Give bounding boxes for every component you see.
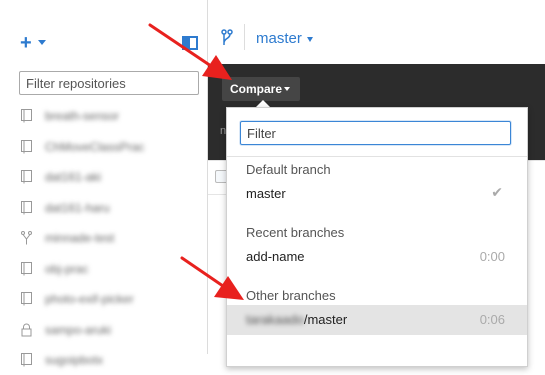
chevron-down-icon[interactable]	[307, 37, 313, 42]
repo-name: sugoipbotx	[45, 353, 104, 367]
repo-icon	[21, 139, 32, 153]
repo-name: obj-prac	[45, 261, 89, 276]
repo-name: breath-sensor	[45, 109, 120, 123]
divider	[244, 24, 245, 50]
compare-button-label: Compare	[230, 82, 283, 96]
repo-item[interactable]: breath-sensor	[0, 100, 208, 131]
branch-item-time: 0:06	[479, 312, 505, 327]
repo-name: dat161-aki	[45, 170, 102, 184]
branch-item-label: master	[246, 186, 286, 201]
branch-item-master[interactable]: master ✔	[227, 179, 527, 209]
repo-item[interactable]: minnade-test	[0, 222, 208, 253]
branch-icon	[221, 29, 233, 45]
repo-icon	[21, 353, 32, 367]
repo-icon	[21, 292, 32, 306]
divider	[208, 194, 228, 195]
repo-name: minnade-test	[45, 231, 115, 245]
repository-list: breath-sensor ChMoveClassPrac dat161-aki…	[0, 100, 208, 375]
filter-repositories-input[interactable]	[19, 71, 199, 95]
repo-item[interactable]: ChMoveClassPrac	[0, 131, 208, 162]
repo-item[interactable]: dat161-haru	[0, 192, 208, 223]
repo-icon	[21, 200, 32, 214]
fork-icon	[21, 231, 32, 245]
branch-item-label: tarakaado/master	[246, 312, 347, 327]
other-branches-header: Other branches	[246, 288, 336, 303]
sidebar-toggle-icon[interactable]	[182, 36, 198, 50]
branch-item-label: add-name	[246, 249, 305, 264]
repo-icon	[21, 109, 32, 123]
current-branch-selector[interactable]: master	[256, 30, 302, 47]
branch-item-add-name[interactable]: add-name 0:00	[227, 242, 527, 272]
sidebar: + breath-sensor ChMoveClassPrac dat161-a…	[0, 0, 208, 367]
divider	[227, 156, 527, 157]
top-bar: master	[208, 0, 545, 64]
branch-filter-input[interactable]	[240, 121, 511, 145]
default-branch-header: Default branch	[246, 162, 331, 177]
repo-name: photo-exif-picker	[45, 292, 134, 306]
dropdown-pointer	[256, 100, 270, 107]
repo-item[interactable]: dat161-aki	[0, 161, 208, 192]
repo-name: sampo-aruki	[45, 322, 112, 337]
chevron-down-icon[interactable]	[284, 87, 290, 91]
repo-icon	[21, 170, 32, 184]
branch-suffix: /master	[303, 312, 348, 327]
repo-item[interactable]: sampo-aruki	[0, 314, 208, 345]
chevron-down-icon[interactable]	[38, 40, 46, 45]
lock-icon	[21, 323, 32, 336]
branch-item-remote-master[interactable]: tarakaado/master 0:06	[227, 305, 527, 335]
remote-name: tarakaado	[246, 312, 304, 327]
branch-item-time: 0:00	[479, 249, 505, 264]
repo-name: dat161-haru	[45, 200, 110, 215]
repo-item[interactable]: sugoipbotx	[0, 344, 208, 375]
check-icon: ✔	[491, 184, 503, 200]
repo-icon	[21, 261, 32, 275]
repo-item[interactable]: photo-exif-picker	[0, 283, 208, 314]
add-repository-button[interactable]: +	[20, 33, 32, 53]
repo-item[interactable]: obj-prac	[0, 253, 208, 284]
repo-name: ChMoveClassPrac	[45, 139, 145, 154]
recent-branches-header: Recent branches	[246, 225, 345, 240]
